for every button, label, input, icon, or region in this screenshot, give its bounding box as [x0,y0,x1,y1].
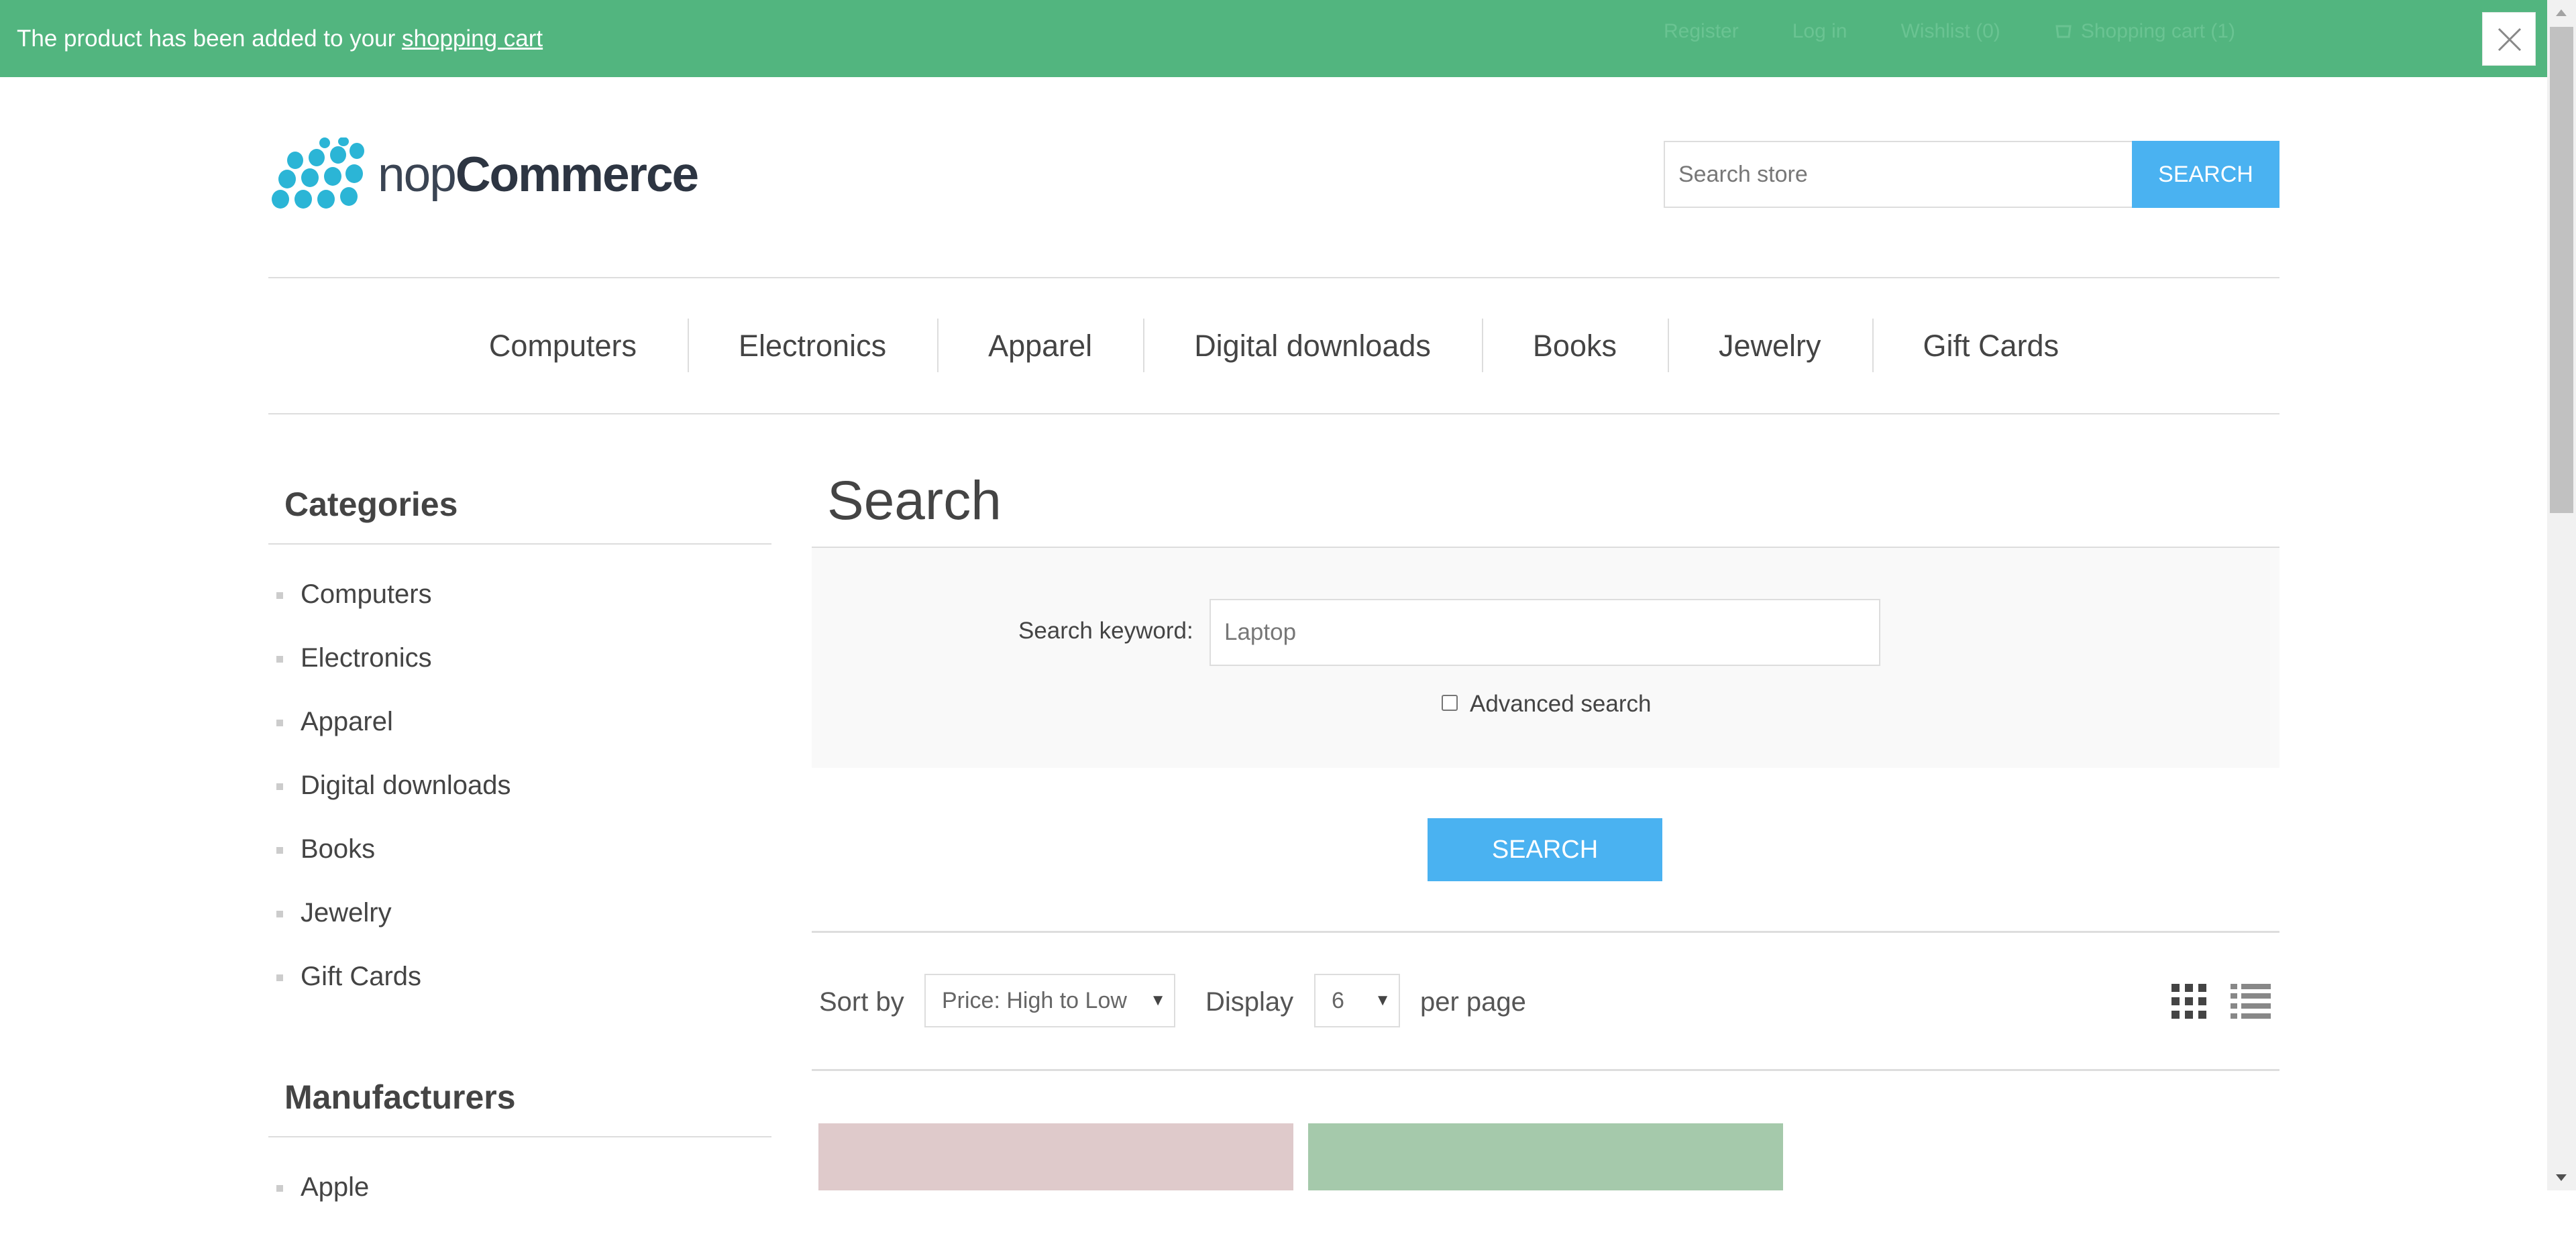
manufacturers-title: Manufacturers [284,1078,516,1116]
register-link[interactable]: Register [1664,20,1739,43]
top-menu-item-electronics[interactable]: Electronics [688,318,937,372]
search-keyword-input[interactable]: Laptop [1210,599,1880,666]
category-item-digital-downloads[interactable]: Digital downloads [275,769,511,832]
search-keyword-label: Search keyword: [1018,618,1193,644]
categories-list: Computers Electronics Apparel Digital do… [275,577,511,1023]
header-links: Register Log in Wishlist (0) Shopping ca… [1664,20,2235,43]
menu-divider-bottom [268,413,2279,414]
page-size-value: 6 [1332,988,1344,1013]
login-link[interactable]: Log in [1792,20,1847,43]
category-item-gift-cards[interactable]: Gift Cards [275,960,511,1023]
display-label: Display [1205,987,1294,1017]
top-menu-item-jewelry[interactable]: Jewelry [1667,318,1872,372]
top-menu-item-books[interactable]: Books [1481,318,1668,372]
dropdown-arrow-icon: ▼ [1150,991,1166,1009]
manufacturers-divider [268,1136,771,1137]
cart-link[interactable]: Shopping cart (1) [2054,20,2235,43]
grid-view-button[interactable] [2171,984,2206,1022]
category-item-books[interactable]: Books [275,832,511,896]
store-search-button[interactable]: SEARCH [2132,141,2279,208]
page-title: Search [827,470,1002,531]
category-item-computers[interactable]: Computers [275,577,511,641]
top-menu-item-gift-cards[interactable]: Gift Cards [1872,318,2110,372]
scroll-up-icon [2556,9,2567,16]
store-search-input[interactable]: Search store [1664,141,2133,208]
logo-text: nopCommerce [378,147,699,203]
page-scrollbar[interactable] [2547,0,2576,1190]
store-logo[interactable]: nopCommerce [268,137,699,211]
notification-prefix: The product has been added to your [17,25,402,52]
results-divider-bottom [812,1069,2279,1071]
categories-divider [268,543,771,545]
category-item-electronics[interactable]: Electronics [275,641,511,705]
list-view-button[interactable] [2231,984,2271,1022]
advanced-search-label[interactable]: Advanced search [1470,691,1651,718]
logo-text-commerce: Commerce [455,147,699,202]
category-item-jewelry[interactable]: Jewelry [275,896,511,960]
cart-link-label: Shopping cart (1) [2080,20,2235,42]
page-size-select[interactable]: 6 ▼ [1314,974,1400,1027]
sort-by-select[interactable]: Price: High to Low ▼ [924,974,1175,1027]
manufacturers-list: Apple [275,1170,369,1234]
product-card[interactable] [1308,1123,1783,1190]
search-button[interactable]: SEARCH [1428,818,1662,881]
scroll-up-arrow[interactable] [2547,0,2576,27]
dropdown-arrow-icon: ▼ [1375,991,1391,1009]
scroll-down-arrow[interactable] [2547,1164,2576,1190]
product-card[interactable] [818,1123,1293,1190]
scroll-thumb[interactable] [2550,27,2573,513]
close-icon [2498,27,2522,52]
wishlist-link[interactable]: Wishlist (0) [1900,20,2000,43]
category-item-apparel[interactable]: Apparel [275,705,511,769]
logo-dots-icon [272,137,364,209]
categories-title: Categories [284,486,458,523]
manufacturer-item-apple[interactable]: Apple [275,1170,369,1234]
results-divider-top [812,931,2279,933]
scroll-down-icon [2556,1174,2567,1181]
cart-icon [2055,25,2072,38]
per-page-label: per page [1420,987,1526,1017]
top-menu-item-computers[interactable]: Computers [438,329,688,363]
logo-text-nop: nop [378,147,457,202]
top-menu: Computers Electronics Apparel Digital do… [268,278,2279,413]
top-menu-item-digital-downloads[interactable]: Digital downloads [1143,318,1482,372]
grid-view-icon [2171,984,2206,1019]
sort-by-label: Sort by [819,987,904,1017]
advanced-search-checkbox[interactable] [1442,695,1458,711]
shopping-cart-link[interactable]: shopping cart [402,25,543,52]
top-menu-item-apparel[interactable]: Apparel [937,318,1143,372]
sort-by-value: Price: High to Low [942,988,1127,1013]
close-notification-button[interactable] [2482,12,2536,66]
list-view-icon [2231,984,2271,1019]
notification-text: The product has been added to your shopp… [17,24,543,54]
